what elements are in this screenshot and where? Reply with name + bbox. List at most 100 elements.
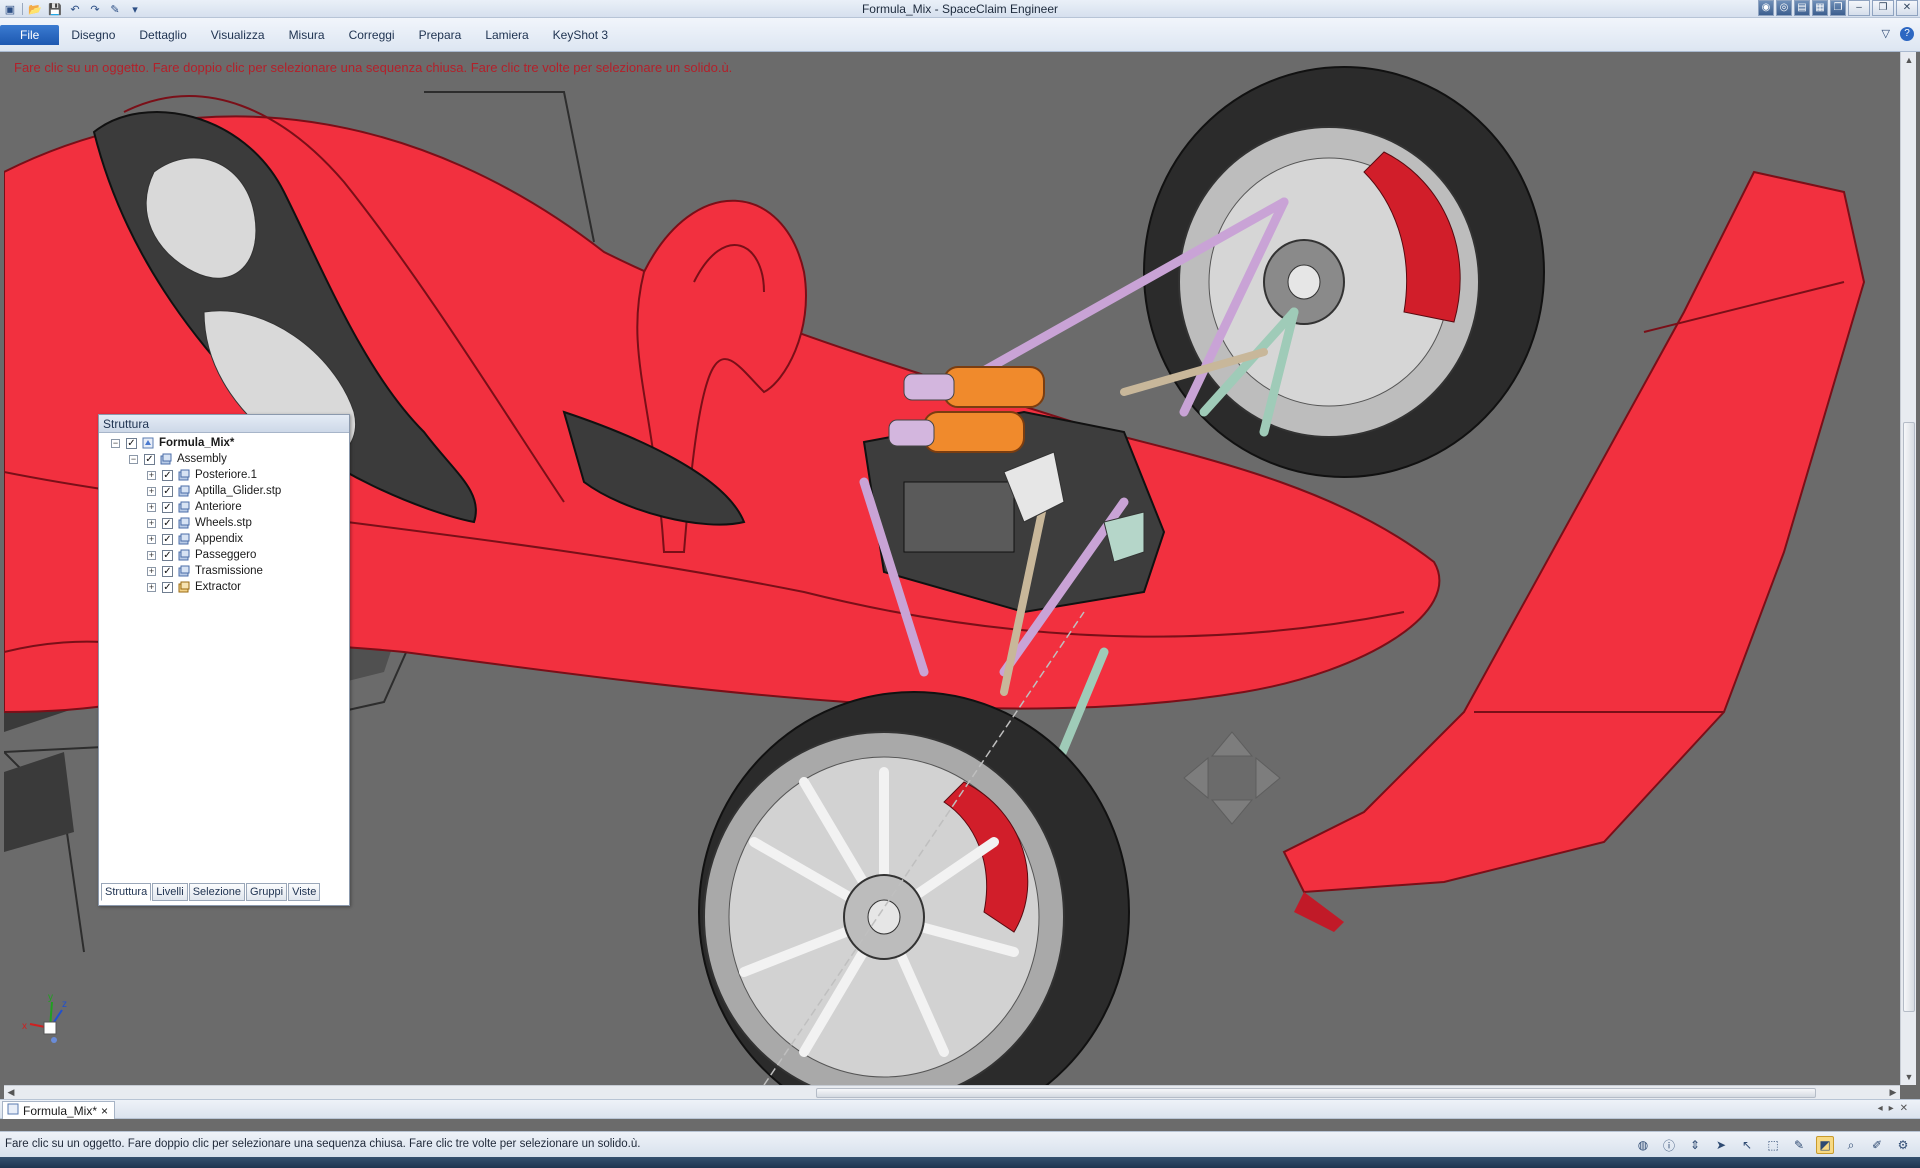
visibility-checkbox[interactable]: ✓ (162, 549, 173, 561)
close-tab-icon[interactable]: × (101, 1104, 108, 1118)
tab-file[interactable]: File (0, 25, 60, 45)
expand-icon[interactable]: + (147, 550, 156, 560)
ribbon-minimize-icon[interactable]: ▽ (1882, 27, 1890, 41)
tree-item[interactable]: + ✓ Passeggero (99, 547, 349, 563)
visibility-checkbox[interactable]: ✓ (162, 565, 173, 577)
visibility-checkbox[interactable]: ✓ (162, 501, 173, 513)
expand-icon[interactable]: + (147, 502, 156, 512)
expand-icon[interactable]: + (147, 470, 156, 480)
box-select-icon[interactable]: ⬚ (1764, 1136, 1782, 1154)
close-button[interactable]: ✕ (1896, 0, 1918, 16)
collapse-icon[interactable]: − (129, 454, 138, 464)
tree-assembly[interactable]: − ✓ Assembly (99, 451, 349, 467)
minimize-button[interactable]: – (1848, 0, 1870, 16)
window-title: Formula_Mix - SpaceClaim Engineer (861, 2, 1059, 16)
tab-viste[interactable]: Viste (288, 883, 321, 901)
tab-correggi[interactable]: Correggi (337, 25, 407, 45)
tree-label: Appendix (195, 533, 243, 545)
extractor-icon (177, 581, 191, 594)
status-tools: ◍ ⓘ ⇕ ➤ ↖ ⬚ ✎ ◩ ⌕ ✐ ⚙ (1634, 1136, 1912, 1154)
tree-item[interactable]: + ✓ Appendix (99, 531, 349, 547)
tree-item[interactable]: + ✓ Extractor (99, 579, 349, 595)
ribbon-tabs: File Disegno Dettaglio Visualizza Misura… (0, 25, 620, 45)
tab-misura[interactable]: Misura (277, 25, 337, 45)
scroll-down-icon[interactable]: ▼ (1901, 1069, 1917, 1085)
axis-x-label: x (22, 1021, 27, 1032)
expand-icon[interactable]: + (147, 486, 156, 496)
component-icon (177, 549, 191, 562)
document-icon (7, 1103, 19, 1118)
document-nav-icons[interactable]: ◂▸✕ (1878, 1103, 1914, 1114)
tab-gruppi[interactable]: Gruppi (246, 883, 288, 901)
tab-keyshot[interactable]: KeyShot 3 (541, 25, 620, 45)
scroll-left-icon[interactable]: ◀ (4, 1086, 18, 1100)
sketch-icon[interactable]: ✎ (1790, 1136, 1808, 1154)
pan-arrows-icon[interactable] (1183, 731, 1281, 825)
tree-root[interactable]: − ✓ Formula_Mix* (99, 435, 349, 451)
document-tab[interactable]: Formula_Mix* × (2, 1101, 116, 1119)
structure-panel: Struttura − ✓ Formula_Mix* − ✓ Assembly … (98, 414, 350, 906)
tab-visualizza[interactable]: Visualizza (199, 25, 277, 45)
tree-item[interactable]: + ✓ Anteriore (99, 499, 349, 515)
tree-label: Trasmissione (195, 565, 263, 577)
horizontal-scroll-thumb[interactable] (816, 1088, 1816, 1098)
collapse-icon[interactable]: − (111, 438, 120, 448)
assembly-icon (159, 453, 173, 466)
expand-icon[interactable]: + (147, 518, 156, 528)
layout-icon[interactable]: ▤ (1794, 0, 1810, 16)
tree-item[interactable]: + ✓ Posteriore.1 (99, 467, 349, 483)
tab-lamiera[interactable]: Lamiera (473, 25, 540, 45)
tree-label: Posteriore.1 (195, 469, 258, 481)
taskbar (0, 1157, 1920, 1168)
render-icon[interactable]: ◍ (1634, 1136, 1652, 1154)
tree-item[interactable]: + ✓ Wheels.stp (99, 515, 349, 531)
view-mode-icon[interactable]: ◉ (1758, 0, 1774, 16)
help-icon[interactable]: ? (1900, 27, 1914, 41)
component-icon (177, 533, 191, 546)
tree-item[interactable]: + ✓ Aptilla_Glider.stp (99, 483, 349, 499)
tab-prepara[interactable]: Prepara (407, 25, 474, 45)
structure-panel-title: Struttura (99, 415, 349, 433)
tree-item[interactable]: + ✓ Trasmissione (99, 563, 349, 579)
vertical-scroll-thumb[interactable] (1903, 422, 1915, 1012)
tab-struttura[interactable]: Struttura (101, 883, 152, 901)
visibility-checkbox[interactable]: ✓ (162, 485, 173, 497)
expand-icon[interactable]: + (147, 566, 156, 576)
tab-selezione[interactable]: Selezione (188, 883, 246, 901)
horizontal-scrollbar[interactable]: ◀ ▶ (4, 1085, 1900, 1099)
axis-y-label: y (48, 992, 53, 1003)
highlight-tool-icon[interactable]: ◩ (1816, 1136, 1834, 1154)
axis-triad-icon: x y z (22, 992, 67, 1043)
design-file-icon (141, 437, 155, 450)
options-icon[interactable]: ⚙ (1894, 1136, 1912, 1154)
visibility-checkbox[interactable]: ✓ (162, 517, 173, 529)
tab-dettaglio[interactable]: Dettaglio (127, 25, 198, 45)
spin-icon[interactable]: ⇕ (1686, 1136, 1704, 1154)
tab-disegno[interactable]: Disegno (59, 25, 127, 45)
cursor-select-icon[interactable]: ➤ (1712, 1136, 1730, 1154)
info-icon[interactable]: ⓘ (1660, 1136, 1678, 1154)
scroll-right-icon[interactable]: ▶ (1886, 1086, 1900, 1100)
scroll-up-icon[interactable]: ▲ (1901, 52, 1917, 68)
visibility-checkbox[interactable]: ✓ (144, 453, 155, 465)
pen-icon[interactable]: ✐ (1868, 1136, 1886, 1154)
visibility-checkbox[interactable]: ✓ (162, 533, 173, 545)
structure-tree: − ✓ Formula_Mix* − ✓ Assembly + ✓ Poster… (99, 435, 349, 595)
cascade-icon[interactable]: ❐ (1830, 0, 1846, 16)
visibility-checkbox[interactable]: ✓ (162, 469, 173, 481)
render-mode-icon[interactable]: ◎ (1776, 0, 1792, 16)
pointer-icon[interactable]: ↖ (1738, 1136, 1756, 1154)
vertical-scrollbar[interactable]: ▲ ▼ (1900, 52, 1916, 1085)
visibility-checkbox[interactable]: ✓ (162, 581, 173, 593)
axis-z-label: z (62, 999, 67, 1010)
expand-icon[interactable]: + (147, 582, 156, 592)
expand-icon[interactable]: + (147, 534, 156, 544)
tab-livelli[interactable]: Livelli (152, 883, 188, 901)
zoom-icon[interactable]: ⌕ (1842, 1136, 1860, 1154)
tree-label: Extractor (195, 581, 242, 593)
component-icon (177, 517, 191, 530)
visibility-checkbox[interactable]: ✓ (126, 437, 137, 449)
maximize-button[interactable]: ❐ (1872, 0, 1894, 16)
document-tab-label: Formula_Mix* (23, 1103, 98, 1118)
tile-icon[interactable]: ▦ (1812, 0, 1828, 16)
